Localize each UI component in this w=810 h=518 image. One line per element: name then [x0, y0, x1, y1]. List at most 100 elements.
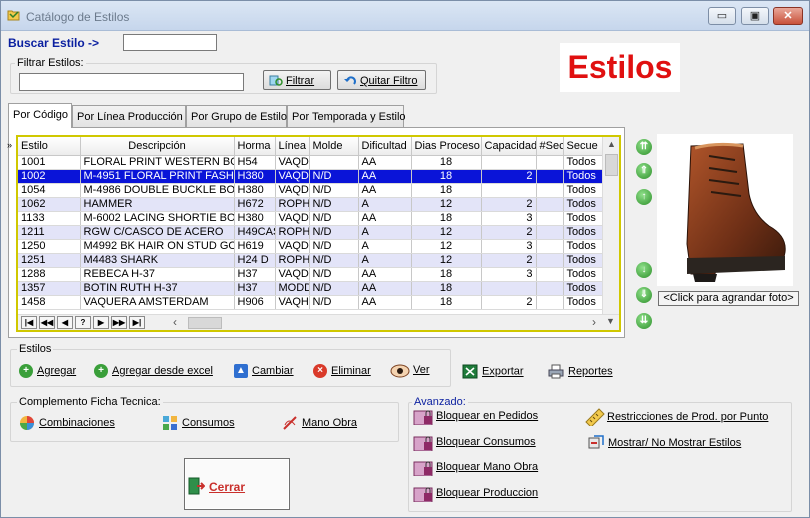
column-header[interactable]: Línea [275, 137, 310, 156]
table-cell: 2 [481, 225, 537, 240]
mostrar-estilos-button[interactable]: Mostrar/ No Mostrar Estilos [588, 435, 741, 451]
bloquear-mano-obra-button[interactable]: Bloquear Mano Obra [412, 458, 538, 476]
table-cell: M4992 BK HAIR ON STUD GOR [80, 239, 235, 254]
clear-filter-button[interactable]: Quitar Filtro [337, 70, 426, 90]
vertical-scroll-thumb[interactable] [605, 154, 618, 176]
tab-por-temporada[interactable]: Por Temporada y Estilo [287, 105, 406, 127]
nav-prev-button[interactable]: ◀ [57, 316, 73, 329]
move-up-page-icon[interactable]: ⇑ [636, 163, 652, 179]
ver-button[interactable]: Ver [390, 362, 430, 378]
cambiar-button[interactable]: ▲ Cambiar [234, 364, 294, 378]
table-row[interactable]: 1062 HAMMER H672 ROPH N/D A 12 2 Todos [18, 197, 602, 212]
column-header[interactable]: Dificultad [358, 137, 412, 156]
filter-button[interactable]: Filtrar [263, 70, 331, 90]
style-photo[interactable] [657, 134, 793, 286]
move-last-icon[interactable]: ⇊ [636, 313, 652, 329]
table-cell: 18 [411, 267, 482, 282]
bloquear-pedidos-button[interactable]: Bloquear en Pedidos [412, 407, 538, 425]
column-header[interactable]: #Sec [536, 137, 564, 156]
table-cell: BOTIN RUTH H-37 [80, 281, 235, 296]
eliminar-button[interactable]: × Eliminar [313, 364, 371, 378]
plus-icon: + [19, 364, 33, 378]
table-cell [481, 183, 537, 198]
nav-last-button[interactable]: ▶| [129, 316, 145, 329]
agregar-excel-button[interactable]: + Agregar desde excel [94, 364, 213, 378]
scroll-up-icon[interactable]: ▲ [607, 139, 616, 149]
table-row[interactable]: 1054 M-4986 DOUBLE BUCKLE BOO H380 VAQD N/D A… [18, 183, 602, 198]
nav-help-button[interactable]: ? [75, 316, 91, 329]
exportar-button[interactable]: Exportar [462, 364, 524, 379]
cerrar-button[interactable]: Cerrar [184, 458, 290, 510]
table-row[interactable]: 1133 M-6002 LACING SHORTIE BOO H380 VAQD N/D… [18, 211, 602, 226]
scroll-right-icon[interactable]: › [592, 315, 596, 329]
tab-por-codigo[interactable]: Por Código [8, 103, 72, 128]
move-down-icon[interactable]: ↓ [636, 262, 652, 278]
column-header[interactable]: Estilo [18, 137, 81, 156]
column-header[interactable]: Descripción [80, 137, 235, 156]
consumos-button[interactable]: Consumos [162, 415, 235, 431]
filter-group-label: Filtrar Estilos: [15, 57, 86, 69]
table-cell: 3 [481, 239, 537, 254]
move-first-icon[interactable]: ⇈ [636, 139, 652, 155]
move-up-icon[interactable]: ↑ [636, 189, 652, 205]
table-cell: Todos [563, 253, 602, 268]
table-row[interactable]: 1357 BOTIN RUTH H-37 H37 MODD N/D AA 18 Todos [18, 281, 602, 296]
table-cell: VAQH [275, 295, 310, 310]
search-input[interactable] [123, 34, 217, 51]
table-row[interactable]: 1458 VAQUERA AMSTERDAM H906 VAQH N/D AA 18 2 Tod… [18, 295, 602, 310]
table-cell [536, 211, 564, 226]
vertical-scrollbar[interactable]: ▲ [602, 137, 619, 314]
reportes-button[interactable]: Reportes [548, 364, 613, 379]
tab-por-linea[interactable]: Por Línea Producción [72, 105, 186, 127]
consumos-label: Consumos [182, 417, 235, 429]
table-cell [481, 281, 537, 296]
main-window: Catálogo de Estilos ▭ ▣ ✕ Buscar Estilo … [0, 0, 810, 518]
mano-obra-button[interactable]: Mano Obra [282, 415, 357, 431]
agregar-excel-label: Agregar desde excel [112, 365, 213, 377]
agregar-button[interactable]: + Agregar [19, 364, 76, 378]
table-cell: Todos [563, 281, 602, 296]
column-header[interactable]: Capacidad [481, 137, 537, 156]
restricciones-button[interactable]: Restricciones de Prod. por Punto [585, 408, 768, 428]
styles-grid[interactable]: Estilo Descripción Horma Línea Molde Dificult… [16, 135, 621, 332]
horizontal-scroll-thumb[interactable] [188, 317, 222, 329]
tab-por-grupo[interactable]: Por Grupo de Estilo [186, 105, 287, 127]
enlarge-photo-button[interactable]: <Click para agrandar foto> [658, 291, 799, 306]
scroll-left-icon[interactable]: ‹ [173, 315, 177, 329]
table-row[interactable]: 1001 FLORAL PRINT WESTERN BOO H54 VAQD AA 18 T… [18, 155, 602, 170]
table-cell: Todos [563, 211, 602, 226]
maximize-button[interactable]: ▣ [741, 7, 769, 25]
table-cell [536, 225, 564, 240]
move-down-page-icon[interactable]: ⇓ [636, 287, 652, 303]
complemento-group-label: Complemento Ficha Tecnica: [17, 396, 163, 408]
table-row[interactable]: 1002 M-4951 FLORAL PRINT FASHIC H380 VAQD N/… [18, 169, 602, 184]
table-row[interactable]: 1251 M4483 SHARK H24 D ROPH N/D A 12 2 Todos [18, 253, 602, 268]
nav-first-button[interactable]: |◀ [21, 316, 37, 329]
column-header[interactable]: Secue [563, 137, 602, 156]
excel-icon [462, 364, 478, 379]
table-cell: A [358, 239, 412, 254]
table-row[interactable]: 1250 M4992 BK HAIR ON STUD GOR H619 VAQD N/D… [18, 239, 602, 254]
bloquear-produccion-button[interactable]: Bloquear Produccion [412, 484, 538, 502]
table-cell [536, 267, 564, 282]
scroll-down-icon[interactable]: ▼ [606, 316, 615, 326]
column-header[interactable]: Horma [234, 137, 276, 156]
table-row[interactable]: 1288 REBECA H-37 H37 VAQD N/D AA 18 3 Todos [18, 267, 602, 282]
filter-icon [269, 75, 283, 86]
column-header[interactable]: Dias Proceso [411, 137, 482, 156]
table-cell: AA [358, 281, 412, 296]
column-header[interactable]: Molde [309, 137, 359, 156]
table-cell: 18 [411, 169, 482, 184]
filter-input[interactable] [19, 73, 244, 91]
nav-prev-page-button[interactable]: ◀◀ [39, 316, 55, 329]
minimize-button[interactable]: ▭ [708, 7, 736, 25]
exportar-label: Exportar [482, 365, 524, 378]
table-cell: M-4986 DOUBLE BUCKLE BOO [80, 183, 235, 198]
table-row[interactable]: 1211RGW C/CASCO DE ACEROH49CASROPHN/DA12… [18, 225, 602, 240]
bloquear-produccion-label: Bloquear Produccion [436, 487, 539, 499]
combinaciones-button[interactable]: Combinaciones [19, 415, 115, 431]
bloquear-consumos-button[interactable]: Bloquear Consumos [412, 433, 536, 451]
nav-next-button[interactable]: ▶ [93, 316, 109, 329]
close-button[interactable]: ✕ [773, 7, 803, 25]
nav-next-page-button[interactable]: ▶▶ [111, 316, 127, 329]
